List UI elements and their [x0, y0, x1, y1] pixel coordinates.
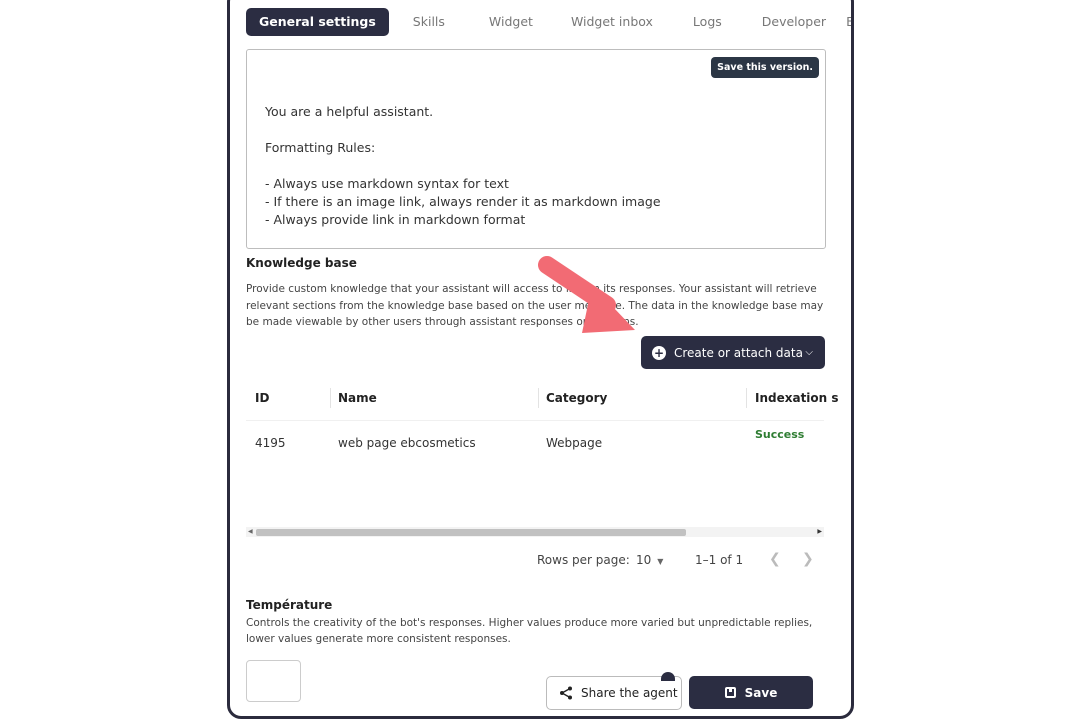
- tab-logs[interactable]: Logs: [665, 8, 734, 36]
- scrollbar-thumb[interactable]: [256, 529, 686, 536]
- tab-widget-inbox[interactable]: Widget inbox: [545, 8, 665, 36]
- pagination-range: 1–1 of 1: [695, 553, 744, 567]
- rows-per-page-value: 10: [636, 553, 652, 567]
- column-header-id[interactable]: ID: [255, 391, 269, 405]
- column-divider: [746, 388, 747, 408]
- system-prompt-editor[interactable]: Save this version. You are a helpful ass…: [246, 49, 826, 249]
- tab-bar: General settings Skills Widget Widget in…: [246, 8, 851, 36]
- caret-down-icon: ▼: [657, 557, 664, 566]
- temperature-description: Controls the creativity of the bot's res…: [246, 617, 813, 645]
- column-header-category[interactable]: Category: [546, 391, 607, 405]
- table-header-row: ID Name Category Indexation s: [246, 376, 839, 421]
- app-window: General settings Skills Widget Widget in…: [227, 0, 854, 719]
- rows-per-page-label: Rows per page:: [537, 553, 630, 567]
- tab-skills[interactable]: Skills: [389, 8, 457, 36]
- cell-id: 4195: [255, 436, 286, 450]
- chevron-down-icon: ⌵: [805, 347, 813, 358]
- system-prompt-text: You are a helpful assistant. Formatting …: [265, 104, 661, 227]
- save-version-button[interactable]: Save this version.: [711, 57, 819, 78]
- create-or-attach-data-button[interactable]: + Create or attach data ⌵: [641, 336, 825, 369]
- column-header-name[interactable]: Name: [338, 391, 377, 405]
- share-agent-button[interactable]: Share the agent: [546, 676, 682, 710]
- knowledge-base-description: Provide custom knowledge that your assis…: [246, 283, 824, 328]
- tab-widget[interactable]: Widget: [457, 8, 545, 36]
- temperature-input[interactable]: [246, 660, 301, 702]
- cell-status: Success: [755, 428, 805, 441]
- save-label: Save: [744, 685, 778, 700]
- column-divider: [538, 388, 539, 408]
- temperature-title: Température: [246, 598, 333, 612]
- save-button[interactable]: Save: [689, 676, 813, 709]
- column-divider: [330, 388, 331, 408]
- table-row[interactable]: 4195 web page ebcosmetics Webpage Succes…: [246, 422, 824, 464]
- cell-name: web page ebcosmetics: [338, 436, 476, 450]
- scroll-left-icon[interactable]: ◀: [248, 528, 253, 535]
- share-agent-label: Share the agent: [581, 686, 678, 700]
- tab-general-settings[interactable]: General settings: [246, 8, 389, 36]
- notification-badge: [661, 672, 675, 681]
- plus-circle-icon: +: [652, 345, 666, 360]
- chevron-left-icon[interactable]: ❮: [769, 551, 781, 567]
- cell-category: Webpage: [546, 436, 603, 450]
- knowledge-base-title: Knowledge base: [246, 256, 357, 270]
- save-disk-icon: [724, 687, 736, 698]
- column-header-indexation-status[interactable]: Indexation s: [755, 391, 839, 405]
- create-button-label: Create or attach data: [674, 345, 803, 360]
- scroll-right-icon[interactable]: ▶: [817, 528, 822, 535]
- tab-developer[interactable]: Developer: [734, 8, 838, 36]
- table-pagination: Rows per page: 10 ▼ 1–1 of 1 ❮ ❯: [246, 541, 824, 577]
- chevron-right-icon[interactable]: ❯: [802, 551, 814, 567]
- tab-evaluation[interactable]: Evaluation: [838, 8, 851, 36]
- share-icon: [560, 686, 572, 700]
- rows-per-page-select[interactable]: 10 ▼: [636, 553, 663, 567]
- horizontal-scrollbar[interactable]: ◀ ▶: [246, 527, 824, 537]
- annotation-arrow-icon: [538, 256, 635, 333]
- knowledge-table: ID Name Category Indexation s 4195 web p…: [246, 376, 839, 583]
